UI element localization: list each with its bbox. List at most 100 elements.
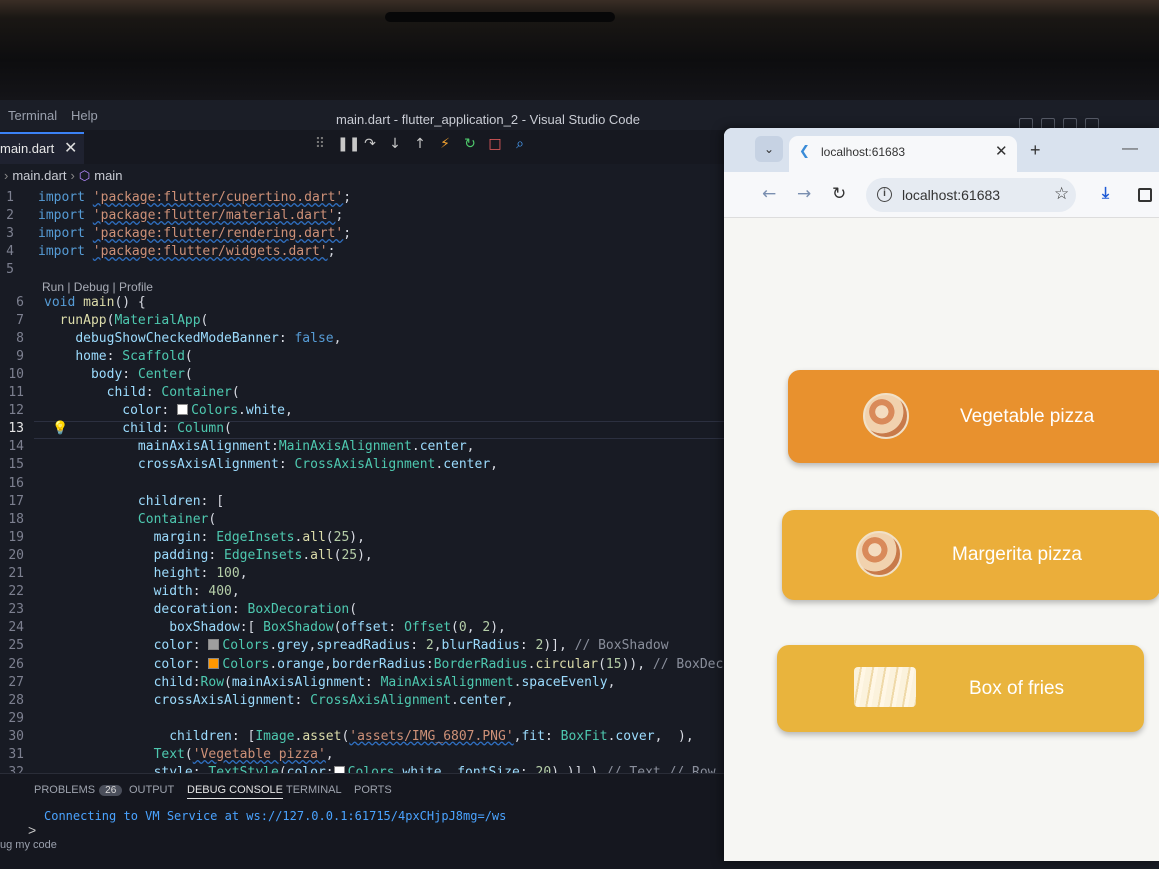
address-bar[interactable]: i localhost:61683 [866,178,1076,212]
code-line[interactable]: 23 decoration: BoxDecoration( [0,602,760,620]
tab-output[interactable]: OUTPUT [129,784,174,796]
tab-problems[interactable]: PROBLEMS 26 [34,784,123,796]
reload-icon[interactable]: ↻ [832,184,846,204]
code-text[interactable]: body: Center( [44,367,193,382]
code-text[interactable]: color: Colors.grey,spreadRadius: 2,blurR… [44,638,669,653]
breadcrumb-file[interactable]: main.dart [12,168,66,183]
code-text[interactable]: style: TextStyle(color: Colors.white ,fon… [44,765,716,773]
close-icon[interactable]: ✕ [995,142,1008,160]
code-text[interactable]: home: Scaffold( [44,349,192,364]
code-line[interactable]: 19 margin: EdgeInsets.all(25), [0,530,760,548]
code-line[interactable]: 21 height: 100, [0,566,760,584]
url-text[interactable]: localhost:61683 [902,187,1000,203]
browser-tab[interactable]: ❮ localhost:61683 ✕ [789,136,1017,172]
tab-ports[interactable]: PORTS [354,784,392,796]
download-icon[interactable]: ⤓ [1102,183,1109,203]
code-line[interactable]: 22 width: 400, [0,584,760,602]
code-text[interactable]: child:Row(mainAxisAlignment: MainAxisAli… [44,675,616,690]
code-line[interactable]: 26 color: Colors.orange,borderRadius:Bor… [0,657,760,675]
menu-card-margerita-pizza[interactable]: Margerita pizza [782,510,1159,600]
code-text[interactable]: void main() { [44,295,146,310]
code-line[interactable]: 5 [0,262,760,280]
code-text[interactable]: crossAxisAlignment: CrossAxisAlignment.c… [44,693,514,708]
code-line[interactable]: 25 color: Colors.grey,spreadRadius: 2,bl… [0,638,760,656]
menu-help[interactable]: Help [71,108,98,123]
tab-terminal[interactable]: TERMINAL [286,784,342,796]
code-text[interactable]: import 'package:flutter/widgets.dart'; [38,244,335,259]
inspect-widget-icon[interactable]: ⌕ [512,136,528,152]
code-text[interactable]: color: Colors.orange,borderRadius:Border… [44,657,760,672]
code-text[interactable]: debugShowCheckedModeBanner: false, [44,331,341,346]
tab-main-dart[interactable]: main.dart ✕ [0,132,84,164]
tab-debug-console[interactable]: DEBUG CONSOLE [187,784,283,799]
code-line[interactable]: 32 style: TextStyle(color: Colors.white ,… [0,765,760,773]
code-text[interactable]: boxShadow:[ BoxShadow(offset: Offset(0, … [44,620,506,635]
menu-card-box-of-fries[interactable]: Box of fries [777,645,1144,732]
code-line[interactable]: 10 body: Center( [0,367,760,385]
code-line[interactable]: 6 void main() { [0,295,760,313]
codelens-run-debug-profile[interactable]: Run | Debug | Profile [42,280,153,294]
bookmark-star-icon[interactable]: ☆ [1054,184,1069,204]
code-line[interactable]: 29 [0,711,760,729]
code-line[interactable]: 30 children: [Image.asset('assets/IMG_68… [0,729,760,747]
tab-search-chevron-icon[interactable]: ⌄ [755,136,783,162]
code-line[interactable]: 4 import 'package:flutter/widgets.dart'; [0,244,760,262]
step-over-icon[interactable]: ↷ [362,136,378,152]
code-editor[interactable]: Run | Debug | Profile 💡 1 import 'package… [0,188,760,773]
code-line[interactable]: 27 child:Row(mainAxisAlignment: MainAxis… [0,675,760,693]
code-text[interactable]: padding: EdgeInsets.all(25), [44,548,373,563]
code-line[interactable]: 16 [0,476,760,494]
code-line[interactable]: 8 debugShowCheckedModeBanner: false, [0,331,760,349]
code-line[interactable]: 3 import 'package:flutter/rendering.dart'… [0,226,760,244]
breadcrumb-symbol[interactable]: main [94,168,122,183]
site-info-icon[interactable]: i [877,187,892,202]
step-out-icon[interactable]: ↑ [412,136,428,152]
code-text[interactable]: runApp(MaterialApp( [44,313,209,328]
code-line[interactable]: 9 home: Scaffold( [0,349,760,367]
code-text[interactable]: import 'package:flutter/rendering.dart'; [38,226,351,241]
side-panel-icon[interactable] [1138,188,1152,202]
console-prompt[interactable]: > [28,822,36,838]
code-line[interactable]: 28 crossAxisAlignment: CrossAxisAlignmen… [0,693,760,711]
code-text[interactable]: margin: EdgeInsets.all(25), [44,530,365,545]
hot-reload-icon[interactable]: ⚡ [437,136,453,152]
drag-handle-icon[interactable]: ⠿ [312,136,328,152]
minimize-button[interactable]: — [1122,140,1138,158]
step-into-icon[interactable]: ↓ [387,136,403,152]
code-text[interactable]: crossAxisAlignment: CrossAxisAlignment.c… [44,457,498,472]
code-line[interactable]: 24 boxShadow:[ BoxShadow(offset: Offset(… [0,620,760,638]
code-text[interactable]: Text('Vegetable pizza', [44,747,334,762]
code-text[interactable]: decoration: BoxDecoration( [44,602,358,617]
code-line[interactable]: 18 Container( [0,512,760,530]
pause-icon[interactable]: ❚❚ [337,136,360,152]
status-debug-label[interactable]: ug my code [0,839,57,851]
code-line[interactable]: 20 padding: EdgeInsets.all(25), [0,548,760,566]
code-text[interactable]: children: [ [44,494,224,509]
code-line[interactable]: 31 Text('Vegetable pizza', [0,747,760,765]
code-text[interactable]: children: [Image.asset('assets/IMG_6807.… [44,729,693,744]
forward-arrow-icon[interactable]: → [797,184,811,204]
menu-terminal[interactable]: Terminal [8,108,57,123]
code-line[interactable]: 7 runApp(MaterialApp( [0,313,760,331]
code-line[interactable]: 13 child: Column( [0,421,760,439]
code-text[interactable]: height: 100, [44,566,248,581]
stop-icon[interactable]: □ [487,136,503,152]
menu-card-vegetable-pizza[interactable]: Vegetable pizza [788,370,1159,463]
code-text[interactable]: import 'package:flutter/material.dart'; [38,208,343,223]
code-line[interactable]: 15 crossAxisAlignment: CrossAxisAlignmen… [0,457,760,475]
code-line[interactable]: 12 color: Colors.white, [0,403,760,421]
code-text[interactable]: width: 400, [44,584,240,599]
restart-icon[interactable]: ↻ [462,136,478,152]
code-line[interactable]: 11 child: Container( [0,385,760,403]
code-line[interactable]: 1 import 'package:flutter/cupertino.dart'… [0,190,760,208]
close-icon[interactable]: ✕ [64,138,77,158]
code-line[interactable]: 14 mainAxisAlignment:MainAxisAlignment.c… [0,439,760,457]
code-text[interactable]: mainAxisAlignment:MainAxisAlignment.cent… [44,439,475,454]
new-tab-button[interactable]: + [1030,140,1041,161]
code-line[interactable]: 17 children: [ [0,494,760,512]
back-arrow-icon[interactable]: ← [762,184,776,204]
code-text[interactable]: import 'package:flutter/cupertino.dart'; [38,190,351,205]
code-text[interactable]: color: Colors.white, [44,403,293,418]
code-text[interactable]: child: Column( [44,421,232,436]
code-text[interactable]: child: Container( [44,385,240,400]
